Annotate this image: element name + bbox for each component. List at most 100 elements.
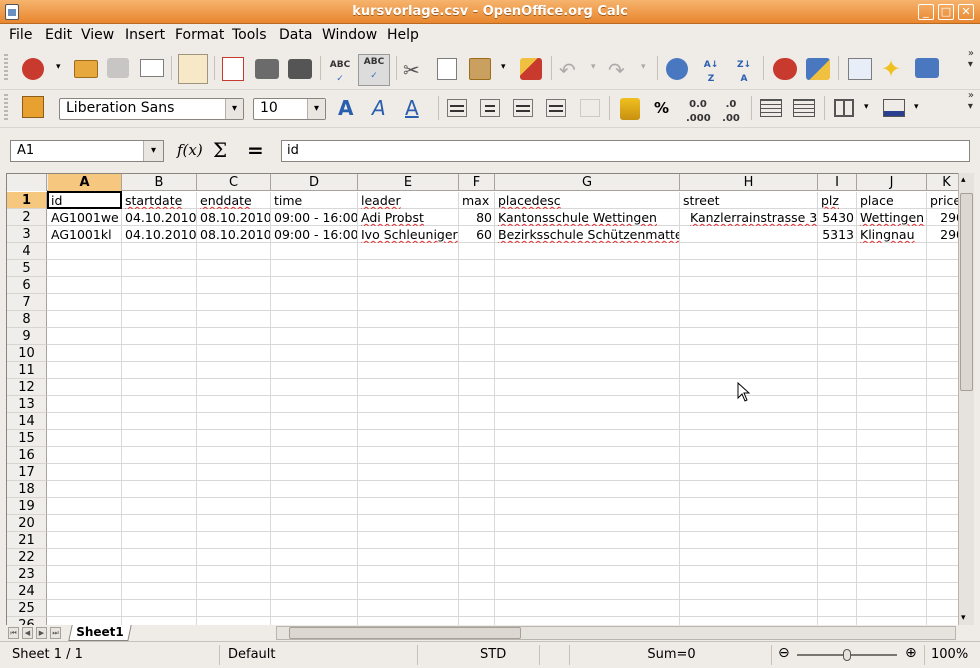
export-pdf-icon[interactable]	[222, 57, 244, 81]
zoom-value[interactable]: 100%	[924, 645, 976, 665]
function-wizard-icon[interactable]: f(x)	[177, 141, 203, 159]
cell-b3[interactable]: 04.10.2010	[123, 226, 196, 243]
cell-c2[interactable]: 08.10.2010	[198, 209, 270, 226]
cell-k1[interactable]: price	[928, 192, 958, 209]
cell-j2[interactable]: Wettingen	[858, 209, 926, 226]
menu-file[interactable]: File	[9, 27, 32, 43]
new-document-icon[interactable]	[22, 58, 44, 80]
formula-input[interactable]: id	[281, 140, 970, 162]
chevron-down-icon[interactable]: ▾	[307, 99, 325, 119]
cell-h1[interactable]: street	[681, 192, 817, 209]
vertical-scrollbar[interactable]: ▴ ▾	[958, 173, 974, 625]
show-draw-functions-icon[interactable]	[806, 58, 830, 80]
gallery-icon[interactable]	[915, 58, 939, 78]
sum-icon[interactable]: Σ	[213, 138, 227, 162]
zoom-slider-handle[interactable]	[843, 649, 851, 661]
menu-insert[interactable]: Insert	[125, 27, 165, 43]
row-header-23[interactable]: 23	[7, 566, 47, 583]
cell-g1[interactable]: placedesc	[496, 192, 679, 209]
sheet-tab[interactable]: Sheet1	[68, 625, 132, 641]
row-header-3[interactable]: 3	[7, 226, 47, 243]
zoom-out-icon[interactable]: ⊖	[778, 645, 790, 661]
row-header-1[interactable]: 1	[7, 192, 47, 209]
next-sheet-icon[interactable]: ▶	[36, 627, 47, 639]
menu-tools[interactable]: Tools	[232, 27, 267, 43]
row-header-2[interactable]: 2	[7, 209, 47, 226]
navigator-icon[interactable]: ✦	[881, 55, 905, 83]
row-header-25[interactable]: 25	[7, 600, 47, 617]
row-header-6[interactable]: 6	[7, 277, 47, 294]
email-document-icon[interactable]	[140, 59, 164, 77]
cell-a2[interactable]: AG1001we	[49, 209, 121, 226]
sort-descending-icon[interactable]: Z↓ A	[732, 58, 756, 84]
toolbar-grip[interactable]	[4, 94, 8, 122]
open-icon[interactable]	[74, 60, 98, 78]
column-header-g[interactable]: G	[495, 174, 680, 191]
cell-c3[interactable]: 08.10.2010	[198, 226, 270, 243]
font-name-combo[interactable]: Liberation Sans ▾	[59, 98, 244, 120]
menu-edit[interactable]: Edit	[45, 27, 72, 43]
row-header-7[interactable]: 7	[7, 294, 47, 311]
cell-d3[interactable]: 09:00 - 16:00	[272, 226, 357, 243]
horizontal-scroll-thumb[interactable]	[289, 627, 521, 639]
column-header-h[interactable]: H	[680, 174, 818, 191]
column-header-e[interactable]: E	[358, 174, 459, 191]
percent-format-icon[interactable]: %	[654, 99, 678, 123]
row-header-11[interactable]: 11	[7, 362, 47, 379]
merge-cells-icon[interactable]	[580, 99, 600, 117]
column-header-j[interactable]: J	[857, 174, 927, 191]
vertical-scroll-thumb[interactable]	[960, 193, 973, 391]
menu-help[interactable]: Help	[387, 27, 419, 43]
styles-formatting-icon[interactable]	[22, 96, 44, 118]
redo-icon[interactable]: ↷	[608, 58, 632, 82]
cell-c1[interactable]: enddate	[198, 192, 270, 209]
redo-dropdown-icon[interactable]: ▾	[641, 62, 649, 86]
column-header-c[interactable]: C	[197, 174, 271, 191]
chevron-down-icon[interactable]: ▾	[225, 99, 243, 119]
name-box[interactable]: A1 ▾	[10, 140, 164, 162]
horizontal-scrollbar[interactable]	[276, 626, 956, 640]
new-dropdown-icon[interactable]: ▾	[56, 62, 64, 86]
zoom-in-icon[interactable]: ⊕	[905, 645, 917, 661]
menu-data[interactable]: Data	[279, 27, 312, 43]
menu-window[interactable]: Window	[322, 27, 377, 43]
cell-f2[interactable]: 80	[460, 209, 494, 226]
sort-ascending-icon[interactable]: A↓ Z	[699, 58, 723, 84]
row-header-14[interactable]: 14	[7, 413, 47, 430]
scroll-up-icon[interactable]: ▴	[961, 175, 966, 185]
scroll-down-icon[interactable]: ▾	[961, 613, 966, 623]
cell-i2[interactable]: 5430	[819, 209, 856, 226]
hyperlink-icon[interactable]	[666, 58, 688, 80]
prev-sheet-icon[interactable]: ◀	[22, 627, 33, 639]
row-header-24[interactable]: 24	[7, 583, 47, 600]
menu-format[interactable]: Format	[175, 27, 224, 43]
underline-icon[interactable]: A	[405, 96, 429, 120]
column-header-k[interactable]: K	[927, 174, 958, 191]
background-color-icon[interactable]	[883, 99, 905, 117]
paste-dropdown-icon[interactable]: ▾	[501, 62, 509, 86]
align-right-icon[interactable]	[513, 99, 533, 117]
toolbar-grip[interactable]	[4, 54, 8, 82]
sum-display[interactable]: Sum=0	[572, 645, 772, 665]
clone-formatting-icon[interactable]	[520, 58, 542, 80]
cell-e2[interactable]: Adi Probst	[359, 209, 458, 226]
edit-file-icon[interactable]	[178, 54, 208, 84]
row-header-17[interactable]: 17	[7, 464, 47, 481]
print-icon[interactable]	[255, 59, 279, 79]
row-header-9[interactable]: 9	[7, 328, 47, 345]
function-icon[interactable]: =	[247, 138, 264, 162]
row-header-19[interactable]: 19	[7, 498, 47, 515]
autospellcheck-icon[interactable]: ABC ✓	[358, 54, 390, 86]
column-header-b[interactable]: B	[122, 174, 197, 191]
undo-icon[interactable]: ↶	[559, 58, 583, 82]
cell-e1[interactable]: leader	[359, 192, 458, 209]
undo-dropdown-icon[interactable]: ▾	[591, 62, 599, 86]
bold-icon[interactable]: A	[338, 96, 362, 120]
spreadsheet-grid[interactable]: ABCDEFGHIJK 1 2 3 4 5 6 7 8 9 10 11 12 13 14 15 16 17 18 1…	[6, 173, 958, 625]
row-header-13[interactable]: 13	[7, 396, 47, 413]
row-header-10[interactable]: 10	[7, 345, 47, 362]
close-button[interactable]: ✕	[958, 4, 974, 20]
background-dropdown-icon[interactable]: ▾	[914, 102, 922, 126]
row-header-15[interactable]: 15	[7, 430, 47, 447]
row-header-5[interactable]: 5	[7, 260, 47, 277]
